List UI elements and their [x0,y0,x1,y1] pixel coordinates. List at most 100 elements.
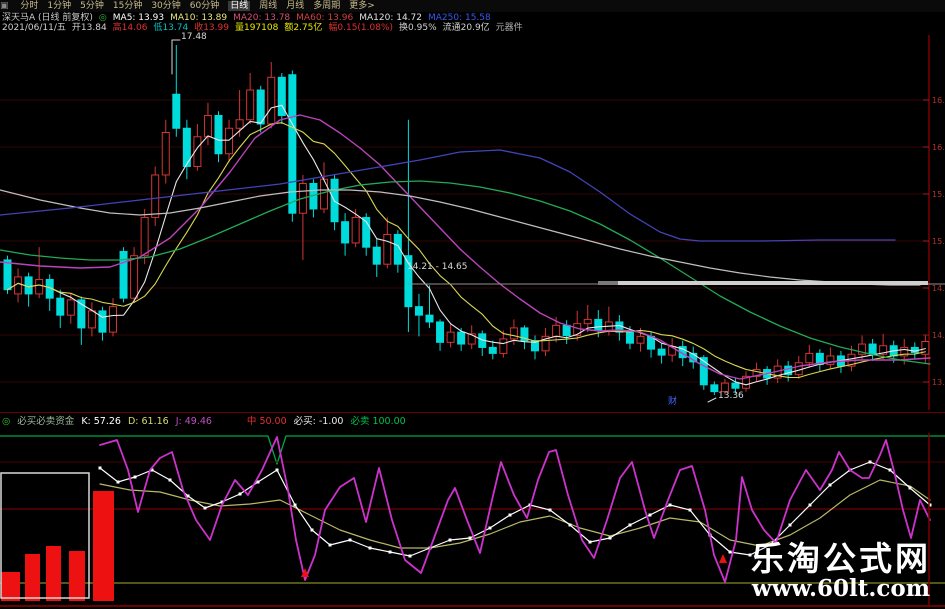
menu-item-10[interactable]: 多周期 [313,1,340,11]
candle-body [552,324,561,337]
k-dot [388,550,392,554]
candle-body [87,310,96,329]
range-box-label: 14.21 - 14.65 [407,262,468,272]
menu-item-4[interactable]: 15分钟 [113,1,142,11]
ohlc-value-1: 2021/06/11/五 [2,23,66,33]
kdj-value-6: 中 50.00 [246,416,287,427]
candle-body [109,306,117,333]
axis-label: 13.51 [932,378,945,387]
k-dot [728,550,732,554]
ohlc-value-10: 流通20.9亿 [442,23,490,33]
candle-body [161,132,170,176]
range-line-thick [612,281,928,285]
candle-body [35,278,44,295]
ma-value-7: MA120: 14.72 [359,13,422,23]
candle-body [130,255,139,299]
k-dot [908,486,912,490]
stock-app-window: { "menu": { "icon": "▣", "items": ["分时",… [0,0,945,609]
k-dot [256,480,260,484]
candle-body [625,331,634,344]
volume-bar [25,554,40,601]
candle-body [24,276,33,295]
kdj-value-4: D: 61.16 [127,416,169,427]
panel-separator [0,412,945,413]
menu-item-2[interactable]: 1分钟 [47,1,71,11]
k-dot [168,478,172,482]
ohlc-value-5: 收13.99 [194,23,229,33]
candle-body [425,314,434,323]
axis-label: 15.17 [932,237,945,246]
menu-item-3[interactable]: 5分钟 [80,1,104,11]
ma-value-5: MA20: 13.78 [233,13,291,23]
ohlc-value-2: 开13.84 [71,23,107,33]
candle-body [172,93,181,129]
k-dot [238,492,242,496]
ohlc-value-4: 低13.74 [153,23,189,33]
ma-value-6: MA60: 13.96 [296,13,354,23]
k-dot [133,475,137,479]
candle-body [151,174,160,218]
menu-item-11[interactable]: 更多> [349,1,375,11]
kdj-value-1: ◎ [2,416,11,427]
candle-body [3,259,12,291]
candle-body [657,348,666,356]
ma-value-8: MA250: 15.58 [427,13,491,23]
volume-bar [1,572,20,601]
axis-label: 14.06 [932,331,945,340]
candle-body [562,324,571,337]
k-dot [203,506,207,510]
candle-body [710,384,719,393]
candle-body [794,362,803,376]
k-dot [408,554,412,558]
candle-body [383,233,392,265]
axis-label: 15.72 [932,190,945,199]
menu-item-9[interactable]: 月线 [286,1,304,11]
watermark: 乐淘公式网 www.60lt.com [751,541,931,601]
watermark-site-name: 乐淘公式网 [751,539,931,578]
candle-body [868,343,877,355]
candle-body [372,246,381,265]
app-menu-icon[interactable]: ▣ [0,1,9,11]
period-menu-items: 分时 1分钟 5分钟 15分钟 30分钟 60分钟 日线 周线 月线 多周期 更多> [20,1,383,11]
candle-body [805,352,814,364]
k-dot [98,466,102,470]
menu-item-6[interactable]: 60分钟 [190,1,219,11]
k-dot [310,528,314,532]
k-dot [468,536,472,540]
peak-price-label: 17.48 [181,32,207,42]
k-dot [328,543,332,547]
low-price-label: 13.36 [718,391,744,401]
range-line-dark-seg [598,281,618,285]
menu-item-8[interactable]: 周线 [259,1,277,11]
axis-label: 14.61 [932,284,945,293]
indicator-header: ◎ 必买必卖资金 K: 57.26 D: 61.16 J: 49.46 中 50.00 必买… [2,416,943,428]
k-dot [628,523,632,527]
axis-label: 16.27 [932,143,945,152]
menu-item-1[interactable]: 分时 [20,1,38,11]
k-dot [868,460,872,464]
ohlc-value-7: 额2.75亿 [284,23,323,33]
candle-body [731,382,740,389]
chart-canvas[interactable]: 16.83 16.27 15.72 15.17 14.61 14.06 13.51 [0,0,945,609]
candle-body [235,119,244,129]
candle-body [225,127,234,155]
ohlc-value-11: 元器件 [495,23,523,33]
menu-item-7[interactable]: 日线 [228,1,251,11]
menu-item-5[interactable]: 30分钟 [151,1,180,11]
ma-value-2: ◎ [98,13,107,23]
candle-body [457,331,466,345]
k-dot [488,526,492,530]
candle-body [446,331,455,343]
k-dot [788,523,792,527]
k-dot [828,483,832,487]
k-dot [588,540,592,544]
k-dot [275,468,279,472]
k-dot [548,508,552,512]
stock-ohlc-infoline: 2021/06/11/五 开13.84 高14.06 低13.74 收13.99 量197… [2,23,943,33]
watermark-url: www.60lt.com [751,575,931,602]
candle-body [436,321,445,343]
k-dot [608,536,612,540]
candle-body [910,346,919,354]
kdj-line-D [99,479,931,549]
candle-body [320,178,328,210]
